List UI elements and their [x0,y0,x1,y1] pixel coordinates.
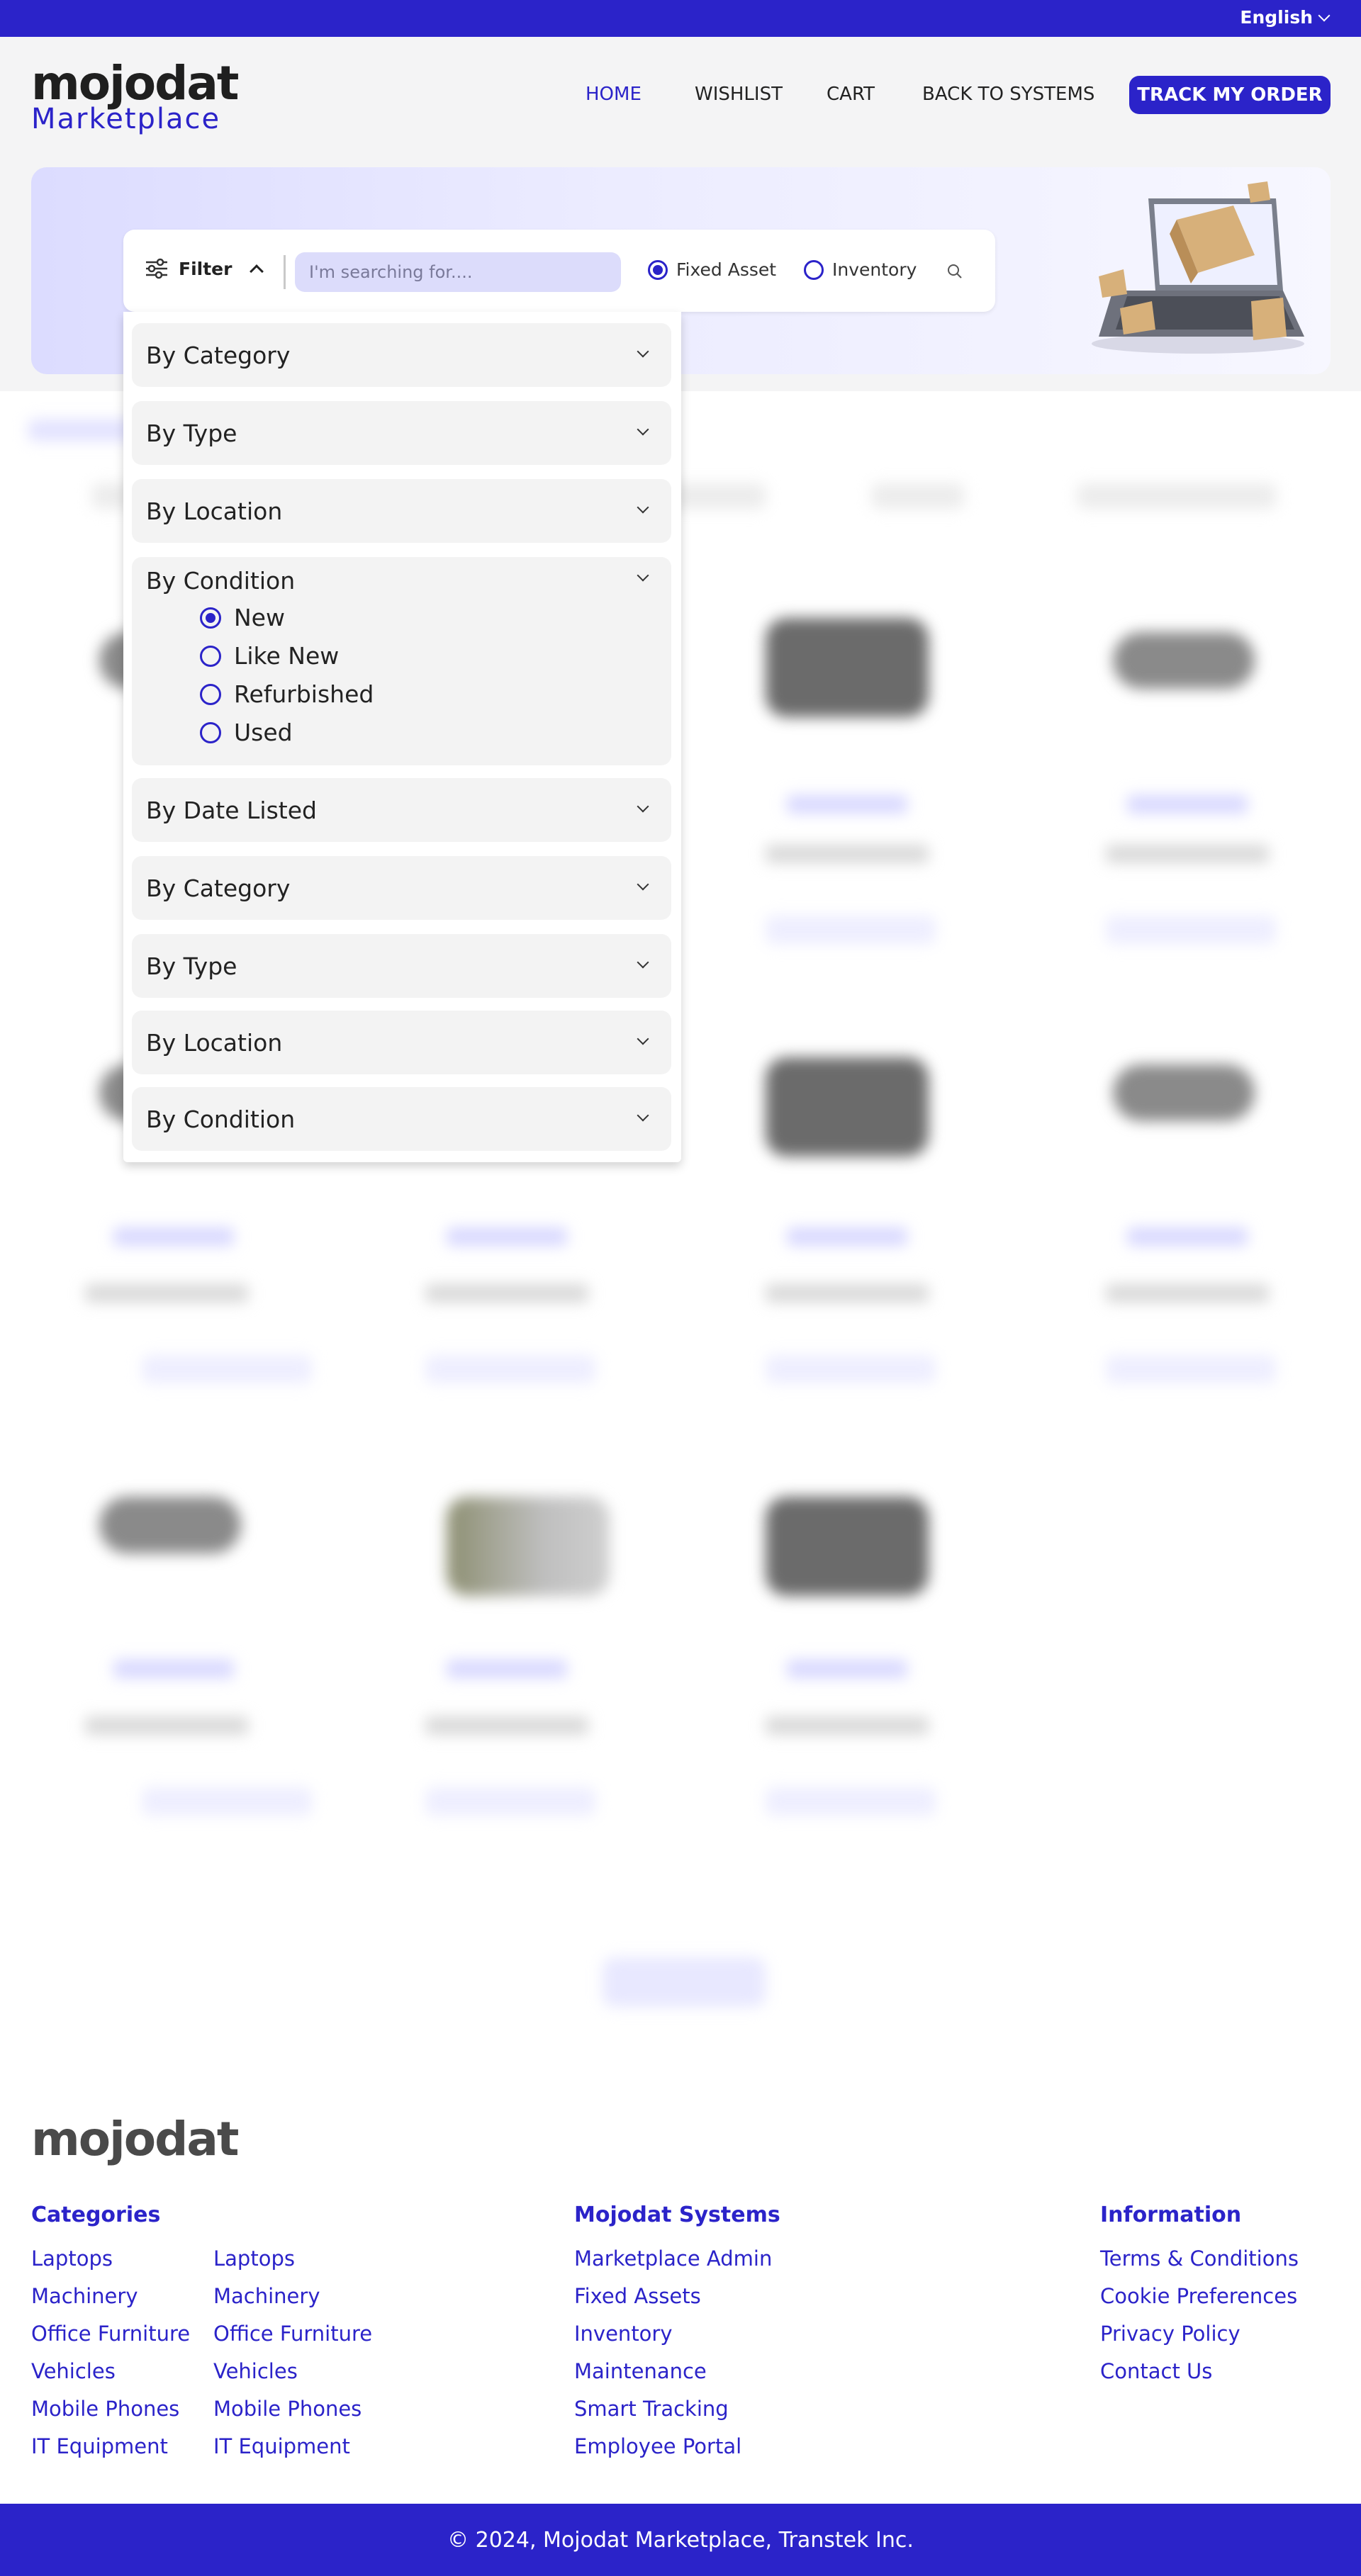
filter-group-label: By Date Listed [146,797,317,824]
filter-group-label: By Location [146,497,283,525]
footer-link-machinery[interactable]: Machinery [31,2284,138,2308]
filter-group-label: By Condition [146,567,296,595]
filter-group-label: By Category [146,874,291,902]
footer-link-maintenance[interactable]: Maintenance [574,2359,707,2383]
footer-link-contact-us[interactable]: Contact Us [1100,2359,1212,2383]
condition-label: New [234,604,285,631]
filter-group-type[interactable]: By Type [132,401,671,465]
filter-group-label: By Condition [146,1106,296,1133]
radio-selected-icon [200,607,221,629]
footer-link-employee-portal[interactable]: Employee Portal [574,2434,741,2458]
footer-link-laptops-2[interactable]: Laptops [213,2246,295,2271]
logo[interactable]: mojodat Marketplace [31,56,239,135]
footer-link-machinery-2[interactable]: Machinery [213,2284,320,2308]
filter-group-condition-expanded[interactable]: By Condition New Like New Refurbished Us… [132,557,671,765]
condition-option-like-new[interactable]: Like New [200,642,339,670]
divider [284,255,286,289]
nav-back-to-systems[interactable]: BACK TO SYSTEMS [922,84,1094,105]
condition-label: Like New [234,642,340,670]
footer-link-cookie-preferences[interactable]: Cookie Preferences [1100,2284,1297,2308]
copyright-bar: © 2024, Mojodat Marketplace, Transtek In… [0,2504,1361,2576]
filter-group-label: By Type [146,420,237,447]
footer-link-vehicles[interactable]: Vehicles [31,2359,116,2383]
radio-selected-icon [648,259,668,280]
chevron-down-icon [637,501,649,514]
footer-link-it-equipment[interactable]: IT Equipment [31,2434,168,2458]
condition-option-used[interactable]: Used [200,719,293,746]
mode-option-label: Inventory [832,259,917,280]
top-bar: English [0,0,1361,37]
nav-home[interactable]: HOME [586,84,642,105]
filter-group-condition-2[interactable]: By Condition [132,1087,671,1151]
filter-sliders-icon [146,258,167,279]
condition-option-refurbished[interactable]: Refurbished [200,680,374,708]
logo-subtitle: Marketplace [31,103,221,135]
filter-group-category-2[interactable]: By Category [132,856,671,920]
language-selector[interactable]: English [1240,7,1331,28]
filter-group-location[interactable]: By Location [132,479,671,543]
condition-option-new[interactable]: New [200,604,285,631]
footer-link-smart-tracking[interactable]: Smart Tracking [574,2397,729,2421]
chevron-up-icon [250,264,264,279]
chevron-down-icon [637,345,649,358]
chevron-down-icon [637,1033,649,1045]
footer-systems-title: Mojodat Systems [574,2203,780,2227]
footer-link-mobile-phones[interactable]: Mobile Phones [31,2397,179,2421]
mode-option-fixed-asset[interactable]: Fixed Asset [648,259,776,280]
logo-wordmark: mojodat [31,56,239,111]
footer-categories-title: Categories [31,2203,161,2227]
laptop-boxes-illustration [1092,181,1304,354]
footer-information-title: Information [1100,2203,1242,2227]
footer-link-inventory[interactable]: Inventory [574,2322,673,2346]
filter-dropdown: By Category By Type By Location By Condi… [123,312,681,1162]
footer-link-fixed-assets[interactable]: Fixed Assets [574,2284,701,2308]
search-icon[interactable] [946,262,964,281]
track-order-button[interactable]: TRACK MY ORDER [1129,76,1331,114]
footer-link-privacy-policy[interactable]: Privacy Policy [1100,2322,1240,2346]
chevron-down-icon [637,569,649,582]
mode-option-label: Fixed Asset [676,259,777,280]
footer-logo[interactable]: mojodat [31,2112,239,2166]
condition-label: Refurbished [234,680,374,708]
nav-cart[interactable]: CART [827,84,875,105]
copyright-text: © 2024, Mojodat Marketplace, Transtek In… [447,2527,914,2553]
chevron-down-icon [637,956,649,969]
nav-wishlist[interactable]: WISHLIST [695,84,783,105]
chevron-down-icon [1318,9,1331,21]
filter-group-label: By Location [146,1029,283,1057]
filter-toggle-button[interactable]: Filter [145,258,264,279]
language-label: English [1240,7,1313,28]
footer-link-laptops[interactable]: Laptops [31,2246,113,2271]
radio-unselected-icon [804,259,824,280]
filter-group-date-listed[interactable]: By Date Listed [132,778,671,842]
chevron-down-icon [637,1109,649,1122]
filter-label: Filter [179,258,233,279]
filter-group-label: By Type [146,952,237,980]
filter-group-category[interactable]: By Category [132,323,671,387]
footer-link-marketplace-admin[interactable]: Marketplace Admin [574,2246,772,2271]
footer-link-vehicles-2[interactable]: Vehicles [213,2359,298,2383]
footer-logo-wordmark: mojodat [31,2112,239,2166]
search-input[interactable] [295,252,621,292]
footer-link-terms[interactable]: Terms & Conditions [1100,2246,1299,2271]
chevron-down-icon [637,878,649,891]
filter-group-label: By Category [146,342,291,369]
filter-group-type-2[interactable]: By Type [132,934,671,998]
footer-link-office-furniture[interactable]: Office Furniture [31,2322,190,2346]
footer-link-mobile-phones-2[interactable]: Mobile Phones [213,2397,362,2421]
condition-label: Used [234,719,293,746]
radio-unselected-icon [200,721,221,743]
search-bar: Filter Fixed Asset Inventory [123,230,995,312]
chevron-down-icon [637,423,649,436]
chevron-down-icon [637,800,649,813]
footer-link-it-equipment-2[interactable]: IT Equipment [213,2434,350,2458]
radio-unselected-icon [200,645,221,667]
mode-option-inventory[interactable]: Inventory [804,259,917,280]
filter-group-location-2[interactable]: By Location [132,1011,671,1074]
radio-unselected-icon [200,683,221,705]
footer-link-office-furniture-2[interactable]: Office Furniture [213,2322,372,2346]
